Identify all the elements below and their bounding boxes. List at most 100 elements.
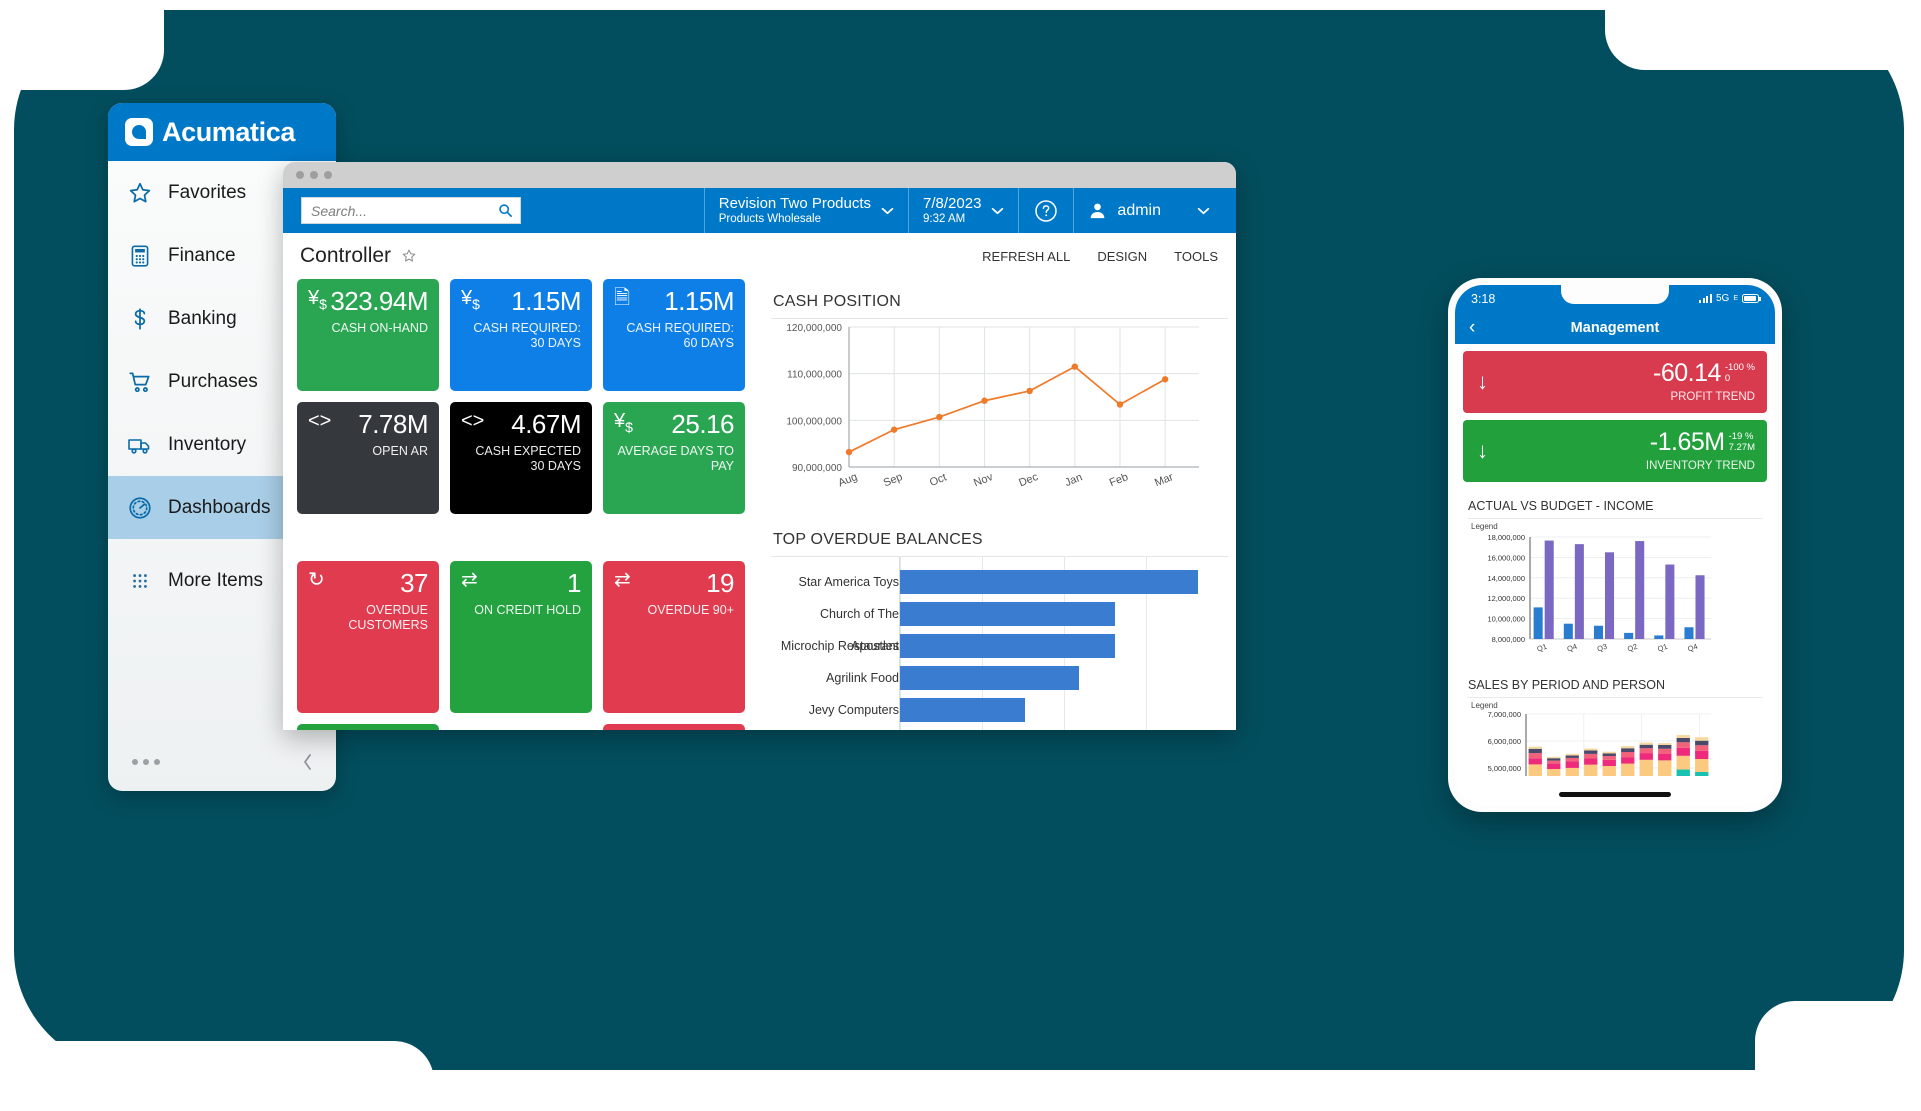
svg-text:110,000,000: 110,000,000 <box>787 370 842 381</box>
search-icon[interactable] <box>498 203 513 218</box>
phone-tile-pct: -19 % <box>1728 431 1754 442</box>
star-icon <box>129 182 151 203</box>
sidebar-item-label: Inventory <box>168 433 247 455</box>
bar-row <box>900 630 1228 662</box>
arrow-down-icon: ↓ <box>1477 438 1488 463</box>
phone-status-bar: 3:18 5G E <box>1455 285 1775 312</box>
kpi-tile-empty <box>450 724 592 730</box>
kpi-caption: CASH ON-HAND <box>331 321 428 335</box>
bar-row <box>900 662 1228 694</box>
phone-tile-caption: PROFIT TREND <box>1670 391 1755 403</box>
kpi-value: 4.67M <box>511 409 581 439</box>
kpi-tile-cash-on-hand[interactable]: ¥$ 323.94M CASH ON-HAND <box>297 279 439 391</box>
kpi-tile-vendor-payment-hold[interactable]: ⇄0 VENDOR PAYMENT HOLD <box>297 724 439 730</box>
svg-text:120,000,000: 120,000,000 <box>786 323 842 334</box>
kpi-tile-overdue-90[interactable]: ⇄ 19 OVERDUE 90+ <box>603 561 745 713</box>
kpi-tile-average-days-to-pay[interactable]: ¥$ 25.16 AVERAGE DAYS TO PAY <box>603 402 745 514</box>
phone-tile-sub: 0 <box>1724 372 1731 384</box>
dollar-icon <box>134 307 146 330</box>
brand-logo[interactable]: Acumatica <box>108 103 336 161</box>
tools-button[interactable]: TOOLS <box>1174 249 1218 264</box>
cash-position-chart[interactable]: 90,000,000 100,000,000 110,000,000 120,000,… <box>771 318 1228 509</box>
kpi-caption: CASH REQUIRED: 60 DAYS <box>626 321 734 350</box>
kpi-value: 25.16 <box>671 409 734 439</box>
phone-tile-sub: 7.27M <box>1728 441 1755 453</box>
kpi-tile-cash-required-60[interactable]: 🗎 1.15M CASH REQUIRED: 60 DAYS <box>603 279 745 391</box>
datetime-selector[interactable]: 7/8/2023 9:32 AM <box>908 188 1018 233</box>
kpi-caption: OPEN AR <box>372 444 428 458</box>
chevron-down-icon <box>992 207 1004 214</box>
chart-column: CASH POSITION 90,000,000 100,000,000 110,0… <box>753 279 1236 730</box>
kpi-tile-cash-required-30[interactable]: ¥$ 1.15M CASH REQUIRED: 30 DAYS <box>450 279 592 391</box>
kpi-caption: AVERAGE DAYS TO PAY <box>617 444 734 473</box>
cart-icon <box>129 371 150 392</box>
sales-by-period-chart[interactable]: Legend 5,000,000 6,000,000 7,000,000 <box>1468 697 1762 793</box>
svg-text:Jan: Jan <box>1063 471 1084 489</box>
bar-category-label: Agrilink Food <box>826 671 899 685</box>
bar <box>900 634 1115 658</box>
svg-text:Q1: Q1 <box>1536 642 1548 654</box>
sales-by-period-legend: Legend <box>1471 701 1498 710</box>
sidebar-item-label: Favorites <box>168 181 247 203</box>
app-top-bar: Search... Revision Two Products Products… <box>283 188 1236 233</box>
kpi-tile-overdue-payments[interactable]: 📋16 OVERDUE PAYMENTS <box>603 724 745 730</box>
code-icon: <> <box>461 410 485 432</box>
backdrop-corner-cut-bottom-right <box>1755 1001 1905 1101</box>
svg-text:Q1: Q1 <box>1656 642 1668 654</box>
svg-text:Q4: Q4 <box>1686 642 1698 654</box>
gauge-icon <box>129 496 151 519</box>
kpi-value: 1.15M <box>664 286 734 316</box>
backdrop-corner-cut-top-left <box>14 10 164 90</box>
kpi-caption: CASH REQUIRED: 30 DAYS <box>473 321 581 350</box>
kpi-tile-open-ar[interactable]: <> 7.78M OPEN AR <box>297 402 439 514</box>
kpi-value: 37 <box>400 568 428 598</box>
phone-tile-profit-trend[interactable]: ↓ -60.14 -100 % 0 PROFIT TREND <box>1463 351 1767 413</box>
sidebar-footer <box>108 733 336 791</box>
top-overdue-category-labels: Star America Toys Church of The Apostles M… <box>771 557 899 730</box>
arrow-down-icon: ↓ <box>1477 369 1488 394</box>
phone-title: Management <box>1570 320 1660 336</box>
kpi-row: ↻ 37 OVERDUE CUSTOMERS ⇄ 1 ON CREDIT HOLD … <box>297 561 753 713</box>
bar-category-label: Microchip Restaurant <box>780 639 899 653</box>
current-time: 9:32 AM <box>923 212 966 225</box>
help-button[interactable] <box>1018 188 1073 233</box>
phone-tile-value: -1.65M <box>1649 428 1725 456</box>
svg-text:Dec: Dec <box>1017 471 1040 490</box>
bar-category-label: Star America Toys <box>798 575 899 589</box>
kpi-caption: OVERDUE 90+ <box>647 603 735 617</box>
bar-category-label: Church of The Apostles <box>820 607 899 653</box>
refresh-all-button[interactable]: REFRESH ALL <box>982 249 1070 264</box>
svg-text:10,000,000: 10,000,000 <box>1487 615 1525 624</box>
svg-text:Mar: Mar <box>1153 471 1175 489</box>
kpi-tile-overdue-customers[interactable]: ↻ 37 OVERDUE CUSTOMERS <box>297 561 439 713</box>
actual-vs-budget-chart[interactable]: Legend 8,000,000 10,000,000 12,000,000 14,0… <box>1468 518 1762 671</box>
acumatica-logo-icon <box>125 118 153 146</box>
search-input[interactable]: Search... <box>301 197 521 224</box>
top-overdue-chart[interactable]: Star America Toys Church of The Apostles M… <box>771 556 1228 730</box>
kpi-tile-on-credit-hold[interactable]: ⇄ 1 ON CREDIT HOLD <box>450 561 592 713</box>
svg-text:90,000,000: 90,000,000 <box>792 463 842 474</box>
ellipsis-icon[interactable] <box>132 759 160 765</box>
bar-row <box>900 694 1228 726</box>
phone-tile-inventory-trend[interactable]: ↓ -1.65M -19 % 7.27M INVENTORY TREND <box>1463 420 1767 482</box>
actual-vs-budget-legend: Legend <box>1471 522 1498 531</box>
code-icon: <> <box>308 410 332 432</box>
chevron-left-icon[interactable] <box>301 752 314 772</box>
user-icon <box>1091 203 1105 219</box>
company-selector[interactable]: Revision Two Products Products Wholesale <box>703 188 908 233</box>
star-outline-icon[interactable] <box>401 248 417 264</box>
phone-home-indicator <box>1559 792 1671 797</box>
phone-tile-pct: -100 % <box>1724 362 1755 373</box>
kpi-row: ⇄0 VENDOR PAYMENT HOLD 📋16 OVERDUE PAYME… <box>297 724 753 730</box>
svg-text:18,000,000: 18,000,000 <box>1487 533 1525 542</box>
window-minimize-icon[interactable] <box>310 171 318 179</box>
kpi-tile-cash-expected-30[interactable]: <> 4.67M CASH EXPECTED 30 DAYS <box>450 402 592 514</box>
bar <box>900 666 1079 690</box>
design-button[interactable]: DESIGN <box>1097 249 1147 264</box>
sidebar-item-label: More Items <box>168 569 264 591</box>
kpi-row: <> 7.78M OPEN AR <> 4.67M CASH EXPECTED 30… <box>297 402 753 514</box>
user-menu[interactable]: admin <box>1073 188 1236 233</box>
window-maximize-icon[interactable] <box>324 171 332 179</box>
window-close-icon[interactable] <box>296 171 304 179</box>
kpi-value: 1 <box>567 568 581 598</box>
